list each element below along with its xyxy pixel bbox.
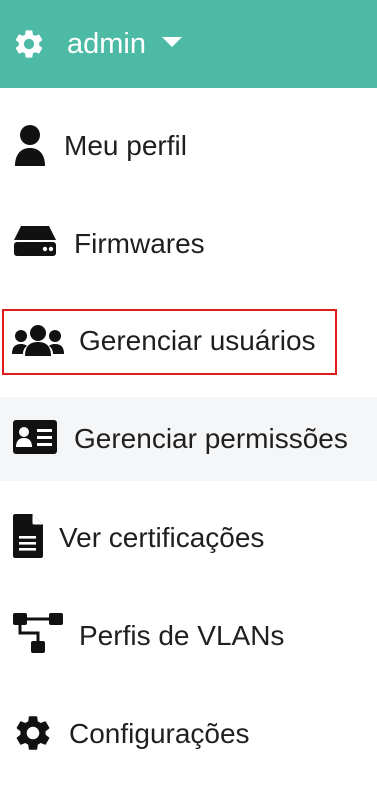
- menu-item-label: Gerenciar usuários: [79, 325, 316, 356]
- menu-item-label: Firmwares: [74, 228, 205, 259]
- menu-item-label: Ver certificações: [59, 522, 265, 553]
- user-icon: [15, 125, 45, 166]
- gear-icon: [16, 716, 50, 750]
- menu-item-label: Meu perfil: [64, 130, 187, 161]
- hard-drive-icon: [14, 226, 56, 256]
- username-label[interactable]: admin: [67, 20, 146, 68]
- menu-item-ver-certificacoes[interactable]: Ver certificações: [0, 496, 377, 580]
- menu-item-firmwares[interactable]: Firmwares: [0, 202, 377, 286]
- user-menu-header[interactable]: admin: [0, 0, 377, 88]
- menu-item-label: Perfis de VLANs: [79, 620, 285, 651]
- file-icon: [13, 514, 43, 558]
- users-icon: [12, 325, 64, 356]
- gear-icon: [15, 30, 43, 58]
- menu-item-label: Configurações: [69, 718, 250, 749]
- menu-item-label: Gerenciar permissões: [74, 423, 348, 454]
- menu-item-meu-perfil[interactable]: Meu perfil: [0, 104, 377, 188]
- caret-down-icon[interactable]: [162, 37, 182, 47]
- menu-item-perfis-de-vlans[interactable]: Perfis de VLANs: [0, 594, 377, 678]
- id-card-icon: [13, 420, 57, 454]
- sitemap-icon: [13, 613, 63, 653]
- menu-item-gerenciar-usuarios[interactable]: Gerenciar usuários: [0, 300, 377, 384]
- menu-item-gerenciar-permissoes[interactable]: Gerenciar permissões: [0, 397, 377, 481]
- menu-item-configuracoes[interactable]: Configurações: [0, 692, 377, 776]
